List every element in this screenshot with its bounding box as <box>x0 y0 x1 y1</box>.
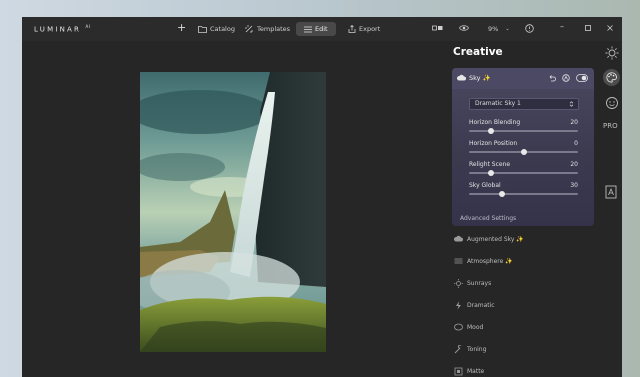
toning-icon <box>454 345 462 354</box>
tool-label: Atmosphere ✨ <box>467 258 513 265</box>
tool-augmented-sky[interactable]: Augmented Sky ✨ <box>450 234 598 246</box>
export-icon <box>348 25 356 33</box>
horizon-position-slider[interactable] <box>469 149 578 155</box>
tool-label: Dramatic <box>467 302 495 309</box>
tool-label: Sunrays <box>467 280 492 287</box>
app-window: LUMINAR AI + Catalog Templates Edit Expo… <box>22 17 622 377</box>
sky-preset-select[interactable]: Dramatic Sky 1 <box>469 98 579 110</box>
mood-icon <box>454 323 463 331</box>
slider-knob[interactable] <box>498 191 505 197</box>
slider-value: 30 <box>570 182 578 189</box>
close-icon[interactable] <box>607 25 613 31</box>
folder-icon <box>198 26 207 33</box>
catalog-label: Catalog <box>210 25 235 33</box>
tool-toning[interactable]: Toning <box>450 344 598 356</box>
title-bar: LUMINAR AI + Catalog Templates Edit Expo… <box>22 17 622 41</box>
creative-tab[interactable] <box>603 69 620 86</box>
compare-icon[interactable] <box>432 24 443 32</box>
tools-panel: Creative Sky ✨ Dramatic Sky 1 Horizon Bl… <box>450 41 602 377</box>
slider-value: 20 <box>570 161 578 168</box>
add-icon[interactable]: + <box>177 22 186 33</box>
slider-label: Horizon Position <box>469 140 518 147</box>
select-arrows-icon <box>569 101 574 107</box>
chevron-down-icon: ⌄ <box>505 26 510 32</box>
maximize-icon[interactable] <box>585 25 591 31</box>
slider-knob[interactable] <box>520 149 527 155</box>
mask-icon[interactable] <box>562 74 570 82</box>
export-label: Export <box>359 25 381 33</box>
tool-label: Augmented Sky ✨ <box>467 236 524 243</box>
edit-button[interactable]: Edit <box>296 22 336 36</box>
panel-title: Creative <box>453 46 503 58</box>
tool-label: Mood <box>467 324 484 331</box>
help-icon[interactable] <box>525 24 534 33</box>
catalog-button[interactable]: Catalog <box>198 22 235 36</box>
tool-matte[interactable]: Matte <box>450 366 598 377</box>
preview-eye-icon[interactable] <box>459 24 469 32</box>
horizon-blending-slider[interactable] <box>469 128 578 134</box>
tool-dramatic[interactable]: Dramatic <box>450 300 598 312</box>
edit-sliders-icon <box>304 26 312 32</box>
slider-knob[interactable] <box>487 170 494 176</box>
zoom-value: 9% <box>488 25 499 33</box>
sky-card-title: Sky ✨ <box>469 74 491 82</box>
slider-value: 0 <box>574 140 578 147</box>
atmosphere-icon <box>454 258 463 264</box>
layers-icon[interactable] <box>605 185 617 199</box>
minimize-icon[interactable]: – <box>560 22 564 31</box>
slider-value: 20 <box>570 119 578 126</box>
sky-tool-card: Sky ✨ Dramatic Sky 1 Horizon Blending 20… <box>452 68 594 226</box>
tool-sunrays[interactable]: Sunrays <box>450 278 598 290</box>
tool-label: Toning <box>467 346 487 353</box>
edit-label: Edit <box>315 25 328 33</box>
sunrays-icon <box>454 279 463 288</box>
sky-card-header[interactable]: Sky ✨ <box>452 68 594 89</box>
category-rail: PRO <box>602 41 622 377</box>
slider-label: Relight Scene <box>469 161 511 168</box>
tool-mood[interactable]: Mood <box>450 322 598 334</box>
photo-canvas[interactable] <box>140 72 326 352</box>
dramatic-icon <box>456 301 461 310</box>
slider-label: Sky Global <box>469 182 501 189</box>
sky-preset-value: Dramatic Sky 1 <box>475 100 521 107</box>
sky-global-slider[interactable] <box>469 191 578 197</box>
cloud-icon <box>457 74 466 81</box>
templates-icon <box>245 25 253 33</box>
templates-label: Templates <box>257 25 291 33</box>
zoom-select[interactable]: 9% ⌄ <box>488 22 510 36</box>
cloud-icon <box>454 235 463 242</box>
relight-scene-slider[interactable] <box>469 170 578 176</box>
advanced-settings-link[interactable]: Advanced Settings <box>460 215 516 222</box>
matte-icon <box>454 367 463 376</box>
portrait-face-icon[interactable] <box>605 96 619 110</box>
slider-knob[interactable] <box>487 128 494 134</box>
toggle-visibility-icon[interactable] <box>576 74 588 82</box>
undo-icon[interactable] <box>548 74 556 82</box>
essentials-sun-icon[interactable] <box>605 46 619 60</box>
tool-atmosphere[interactable]: Atmosphere ✨ <box>450 256 598 268</box>
pro-tab[interactable]: PRO <box>603 122 618 130</box>
palette-icon <box>606 72 617 83</box>
tool-label: Matte <box>467 368 485 375</box>
slider-label: Horizon Blending <box>469 119 521 126</box>
app-logo: LUMINAR AI <box>34 24 91 34</box>
export-button[interactable]: Export <box>348 22 380 36</box>
templates-button[interactable]: Templates <box>245 22 290 36</box>
